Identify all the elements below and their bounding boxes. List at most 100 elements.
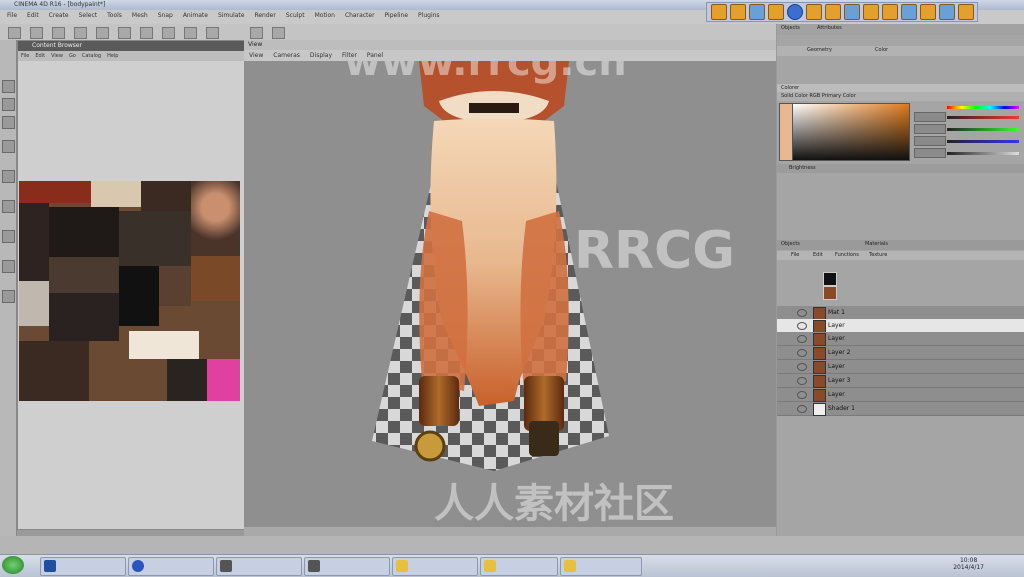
color-value-field-a[interactable] (914, 148, 946, 158)
eye-icon[interactable] (797, 377, 807, 385)
eye-icon[interactable] (797, 335, 807, 343)
tool-icon[interactable] (2, 80, 15, 93)
projection-icon[interactable] (250, 27, 263, 39)
layer-row[interactable]: Layer (777, 332, 1024, 346)
menu-item-sculpt[interactable]: Sculpt (281, 10, 310, 21)
alpha-slider[interactable] (947, 152, 1019, 155)
tool-icon[interactable] (2, 230, 15, 243)
color-value-field-g[interactable] (914, 124, 946, 134)
tab-color[interactable]: Color (875, 47, 888, 53)
menu-item-render[interactable]: Render (249, 10, 280, 21)
move-icon[interactable] (74, 27, 87, 39)
layer-row[interactable]: Layer 3 (777, 374, 1024, 388)
menu-item-simulate[interactable]: Simulate (213, 10, 250, 21)
eraser-icon[interactable] (184, 27, 197, 39)
menu-item-plugins[interactable]: Plugins (413, 10, 445, 21)
layout-icon[interactable] (863, 4, 879, 20)
reference-image-sheet[interactable] (19, 181, 240, 401)
brush-icon[interactable] (901, 4, 917, 20)
paint-icon[interactable] (140, 27, 153, 39)
tab-attributes[interactable]: Attributes (817, 25, 842, 31)
paint-setup-icon[interactable] (749, 4, 765, 20)
tool-icon[interactable] (2, 260, 15, 273)
layers-menu-texture[interactable]: Texture (869, 252, 887, 258)
taskbar-item[interactable] (480, 557, 558, 576)
layout-icon[interactable] (825, 4, 841, 20)
color-value-field-b[interactable] (914, 136, 946, 146)
system-clock[interactable]: 10:08 2014/4/17 (953, 557, 984, 571)
menu-item-motion[interactable]: Motion (310, 10, 340, 21)
green-slider[interactable] (947, 128, 1019, 131)
primary-color-swatch[interactable] (779, 103, 793, 161)
layout-icon[interactable] (939, 4, 955, 20)
eye-icon[interactable] (797, 309, 807, 317)
panel-menu-item[interactable]: Edit (32, 52, 48, 60)
layout-icon[interactable] (730, 4, 746, 20)
menu-item-snap[interactable]: Snap (153, 10, 178, 21)
layer-row[interactable]: Mat 1 (777, 306, 1024, 320)
tool-icon[interactable] (2, 116, 15, 129)
menu-item-pipeline[interactable]: Pipeline (380, 10, 413, 21)
eye-icon[interactable] (797, 349, 807, 357)
start-button[interactable] (2, 556, 24, 574)
color-mode-label[interactable]: Solid Color RGB Primary Color (781, 93, 856, 99)
rotate-icon[interactable] (118, 27, 131, 39)
hue-slider[interactable] (947, 106, 1019, 109)
color-value-field-r[interactable] (914, 112, 946, 122)
menu-item-select[interactable]: Select (74, 10, 103, 21)
layers-menu-edit[interactable]: Edit (813, 252, 823, 258)
layout-icon[interactable] (806, 4, 822, 20)
layout-icon[interactable] (711, 4, 727, 20)
fill-icon[interactable] (206, 27, 219, 39)
menu-item-tools[interactable]: Tools (102, 10, 127, 21)
viewport-menu-panel[interactable]: Panel (362, 50, 388, 61)
taskbar-item[interactable] (304, 557, 390, 576)
layer-row-selected[interactable]: Layer (777, 319, 1024, 333)
tab-geometry[interactable]: Geometry (807, 47, 832, 53)
layout-icon[interactable] (768, 4, 784, 20)
menu-item-animate[interactable]: Animate (178, 10, 213, 21)
brush-tool-icon[interactable] (2, 140, 15, 153)
eye-icon[interactable] (797, 363, 807, 371)
brush-icon[interactable] (162, 27, 175, 39)
panel-menu-item[interactable]: Go (66, 52, 79, 60)
menu-item-create[interactable]: Create (44, 10, 74, 21)
layers-menu-file[interactable]: File (791, 252, 799, 258)
taskbar-item[interactable] (216, 557, 302, 576)
taskbar-item[interactable] (392, 557, 478, 576)
viewport-menu-display[interactable]: Display (305, 50, 337, 61)
panel-menu-item[interactable]: File (18, 52, 32, 60)
viewport-menu-cameras[interactable]: Cameras (268, 50, 305, 61)
menu-item-character[interactable]: Character (340, 10, 380, 21)
red-slider[interactable] (947, 116, 1019, 119)
3d-viewport[interactable]: www.rrcg.cn RRCG 人人素材社区 (244, 61, 776, 527)
layout-icon[interactable] (920, 4, 936, 20)
material-preview-icon[interactable] (823, 272, 837, 286)
tool-icon[interactable] (2, 200, 15, 213)
material-preview-icon[interactable] (823, 286, 837, 300)
tool-icon[interactable] (2, 170, 15, 183)
layout-icon[interactable] (958, 4, 974, 20)
select-icon[interactable] (52, 27, 65, 39)
taskbar-item-cinema4d[interactable] (128, 557, 214, 576)
redo-icon[interactable] (30, 27, 43, 39)
tab-layers-materials[interactable]: Materials (865, 241, 888, 247)
layout-icon[interactable] (844, 4, 860, 20)
eye-icon[interactable] (797, 405, 807, 413)
layer-row[interactable]: Layer (777, 360, 1024, 374)
menu-item-file[interactable]: File (2, 10, 22, 21)
layer-row[interactable]: Shader 1 (777, 402, 1024, 416)
panel-menu-item[interactable]: View (48, 52, 66, 60)
layout-icon[interactable] (882, 4, 898, 20)
layer-row[interactable]: Layer 2 (777, 346, 1024, 360)
scale-icon[interactable] (96, 27, 109, 39)
eye-icon[interactable] (797, 391, 807, 399)
undo-icon[interactable] (8, 27, 21, 39)
tab-layers-objects[interactable]: Objects (781, 241, 800, 247)
menu-item-mesh[interactable]: Mesh (127, 10, 153, 21)
panel-menu-item[interactable]: Catalog (79, 52, 104, 60)
taskbar-item-photoshop[interactable] (40, 557, 126, 576)
tab-objects[interactable]: Objects (781, 25, 800, 31)
color-picker-field[interactable] (792, 103, 910, 161)
tool-icon[interactable] (2, 290, 15, 303)
